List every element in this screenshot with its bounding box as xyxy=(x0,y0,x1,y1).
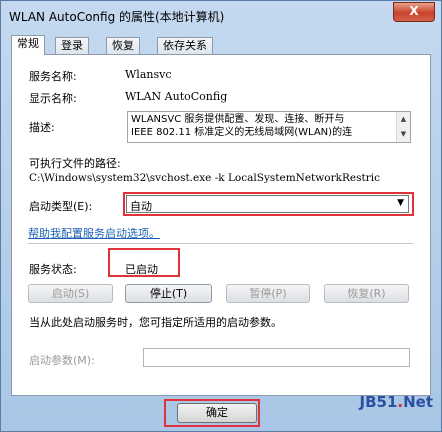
tab-logon[interactable]: 登录 xyxy=(55,37,89,54)
scroll-up-icon[interactable]: ▲ xyxy=(397,112,410,127)
divider xyxy=(28,243,413,245)
description-line-1: WLANSVC 服务提供配置、发现、连接、断开与 xyxy=(131,114,345,125)
resume-button[interactable]: 恢复(R) xyxy=(324,284,409,303)
service-name-label: 服务名称: xyxy=(29,70,77,83)
watermark-part-3: Net xyxy=(403,393,433,411)
service-status-label: 服务状态: xyxy=(29,263,77,276)
tab-recovery[interactable]: 恢复 xyxy=(106,37,140,54)
description-line-2: IEEE 802.11 标准定义的无线局域网(WLAN)的连 xyxy=(131,127,353,138)
ok-highlight xyxy=(164,399,260,427)
exe-path-label: 可执行文件的路径: xyxy=(29,157,121,170)
watermark-part-1: JB51 xyxy=(359,393,398,411)
status-highlight xyxy=(108,248,180,277)
window-title: WLAN AutoConfig 的属性(本地计算机) xyxy=(9,10,225,24)
description-label: 描述: xyxy=(29,121,55,134)
startup-type-highlight xyxy=(123,192,414,216)
startup-type-label: 启动类型(E): xyxy=(29,200,93,213)
service-properties-window: WLAN AutoConfig 的属性(本地计算机) X 常规 登录 恢复 依存… xyxy=(0,0,442,432)
start-params-input[interactable] xyxy=(143,348,410,367)
service-name-value: Wlansvc xyxy=(125,68,172,81)
start-params-label: 启动参数(M): xyxy=(29,354,95,367)
exe-path-value: C:\Windows\system32\svchost.exe -k Local… xyxy=(29,172,380,184)
title-bar[interactable]: WLAN AutoConfig 的属性(本地计算机) X xyxy=(1,1,441,31)
display-name-value: WLAN AutoConfig xyxy=(125,90,228,103)
stop-button[interactable]: 停止(T) xyxy=(125,284,212,303)
site-watermark: JB51.Net xyxy=(360,393,434,411)
help-configure-link[interactable]: 帮助我配置服务启动选项。 xyxy=(28,225,160,241)
start-button[interactable]: 启动(S) xyxy=(28,284,113,303)
tab-dependencies[interactable]: 依存关系 xyxy=(157,37,213,54)
general-tab-panel: 服务名称: Wlansvc 显示名称: WLAN AutoConfig 描述: … xyxy=(11,54,431,396)
description-scrollbar[interactable]: ▲ ▼ xyxy=(396,112,410,142)
display-name-label: 显示名称: xyxy=(29,92,77,105)
tab-general[interactable]: 常规 xyxy=(11,35,45,55)
pause-button[interactable]: 暂停(P) xyxy=(226,284,310,303)
scroll-down-icon[interactable]: ▼ xyxy=(397,127,410,142)
close-button[interactable]: X xyxy=(393,2,435,22)
description-textbox[interactable]: WLANSVC 服务提供配置、发现、连接、断开与 IEEE 802.11 标准定… xyxy=(127,111,411,143)
start-params-hint: 当从此处启动服务时，您可指定所适用的启动参数。 xyxy=(29,316,282,329)
